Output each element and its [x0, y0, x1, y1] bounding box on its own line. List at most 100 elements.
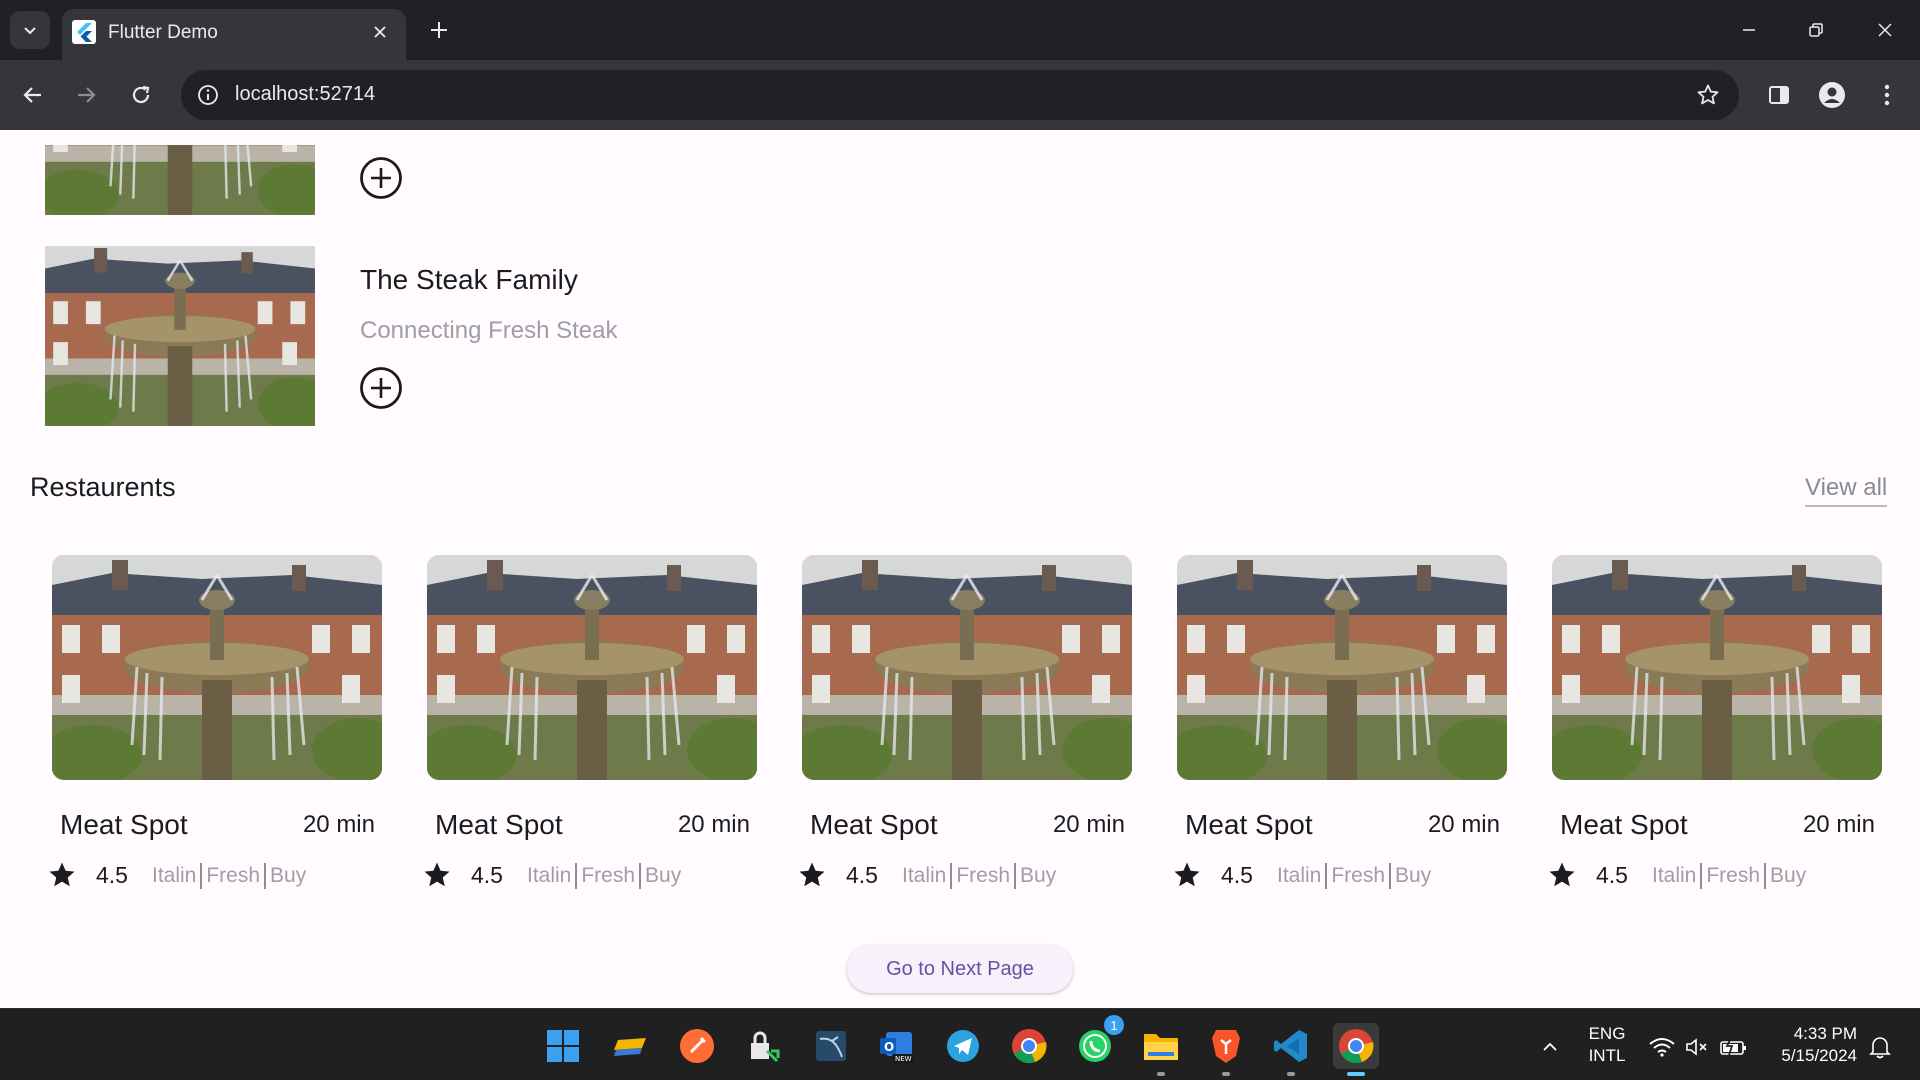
featured-image	[45, 145, 315, 215]
taskbar: O NEW 1 ENG INTL 4:33 PM 5/15/2024	[0, 1008, 1920, 1080]
url-text[interactable]: localhost:52714	[235, 83, 375, 106]
keyboard-layout: INTL	[1588, 1046, 1626, 1065]
close-window-button[interactable]	[1863, 8, 1907, 52]
tag: Italin	[1277, 864, 1322, 887]
language-indicator[interactable]: ENG INTL	[1580, 1023, 1634, 1067]
profile-button[interactable]	[1812, 75, 1852, 115]
star-icon	[1174, 862, 1200, 887]
star-icon	[799, 862, 825, 887]
back-button[interactable]	[13, 75, 53, 115]
rating-value: 4.5	[1596, 862, 1628, 888]
star-icon	[1549, 862, 1575, 887]
notifications-button[interactable]	[1866, 1033, 1894, 1061]
tag-divider	[200, 863, 203, 889]
address-bar[interactable]: localhost:52714	[181, 70, 1739, 120]
restaurant-card[interactable]: Meat Spot 20 min 4.5 Italin Fresh Buy	[424, 555, 757, 889]
restaurant-name: Meat Spot	[1560, 809, 1688, 840]
tag: Fresh	[206, 864, 261, 887]
taskbar-app-telegram[interactable]	[940, 1023, 986, 1069]
clock[interactable]: 4:33 PM 5/15/2024	[1765, 1023, 1857, 1067]
tag: Buy	[270, 864, 307, 887]
show-hidden-icons-button[interactable]	[1536, 1033, 1564, 1061]
network-button[interactable]	[1648, 1033, 1676, 1061]
bell-icon	[1869, 1037, 1891, 1059]
battery-button[interactable]	[1719, 1033, 1747, 1061]
tab-search-button[interactable]	[10, 11, 50, 49]
taskbar-app-vscode[interactable]	[1268, 1023, 1314, 1076]
forward-button[interactable]	[66, 75, 106, 115]
taskbar-app-brave[interactable]	[1203, 1023, 1249, 1076]
reload-button[interactable]	[121, 75, 161, 115]
tag: Buy	[1770, 864, 1807, 887]
tag-list: Italin Fresh Buy	[527, 863, 681, 889]
add-circle-button[interactable]	[359, 366, 403, 410]
tab-flutter-demo[interactable]: Flutter Demo	[62, 9, 406, 60]
taskbar-app-security[interactable]	[741, 1023, 787, 1069]
close-icon	[1878, 23, 1892, 37]
taskbar-app-chrome[interactable]	[1006, 1023, 1052, 1069]
site-info-button[interactable]	[191, 78, 225, 112]
minimize-icon	[1743, 29, 1755, 31]
tab-strip: Flutter Demo	[0, 0, 1920, 60]
next-page-button[interactable]: Go to Next Page	[847, 945, 1073, 993]
taskbar-app-whatsapp[interactable]: 1	[1072, 1015, 1124, 1069]
language-code: ENG	[1588, 1024, 1626, 1043]
notification-badge: 1	[1104, 1015, 1124, 1035]
tag-divider	[1325, 863, 1328, 889]
restaurant-image	[52, 555, 382, 780]
arrow-right-icon	[78, 87, 96, 103]
brave-icon	[1212, 1030, 1240, 1063]
tag-divider	[1700, 863, 1703, 889]
running-indicator	[1222, 1072, 1230, 1076]
star-outline-icon	[1697, 84, 1719, 105]
tag: Buy	[645, 864, 682, 887]
taskbar-app-mysql[interactable]	[808, 1023, 854, 1069]
new-tab-button[interactable]	[422, 13, 456, 47]
restaurant-card[interactable]: Meat Spot 20 min 4.5 Italin Fresh Buy	[1549, 555, 1882, 889]
taskbar-app-notes[interactable]	[607, 1023, 653, 1069]
restaurant-card[interactable]: Meat Spot 20 min 4.5 Italin Fresh Buy	[49, 555, 382, 889]
menu-button[interactable]	[1867, 75, 1907, 115]
restaurant-name: Meat Spot	[1185, 809, 1313, 840]
plus-icon	[431, 22, 447, 38]
account-icon	[1819, 82, 1845, 108]
view-all-link[interactable]: View all	[1805, 474, 1888, 507]
restore-button[interactable]	[1794, 8, 1838, 52]
tag-divider	[639, 863, 642, 889]
minimize-button[interactable]	[1727, 8, 1771, 52]
browser-toolbar: localhost:52714	[0, 60, 1920, 130]
restaurant-card[interactable]: Meat Spot 20 min 4.5 Italin Fresh Buy	[1174, 555, 1507, 889]
info-icon	[198, 85, 218, 105]
side-panel-icon	[1769, 86, 1789, 104]
tag: Buy	[1020, 864, 1057, 887]
side-panel-button[interactable]	[1759, 75, 1799, 115]
tab-close-button[interactable]	[366, 18, 394, 46]
sticky-notes-icon	[614, 1038, 646, 1056]
volume-muted-icon	[1686, 1038, 1707, 1056]
tag-list: Italin Fresh Buy	[152, 863, 306, 889]
restaurant-name: Meat Spot	[60, 809, 188, 840]
reload-icon	[132, 85, 150, 104]
tag-list: Italin Fresh Buy	[902, 863, 1056, 889]
tag: Buy	[1395, 864, 1432, 887]
tag: Fresh	[1331, 864, 1386, 887]
windows-start-button[interactable]	[540, 1023, 586, 1069]
taskbar-app-postman[interactable]	[674, 1023, 720, 1069]
volume-button[interactable]	[1683, 1033, 1711, 1061]
flutter-icon	[72, 20, 96, 44]
tag-divider	[950, 863, 953, 889]
restaurant-image	[427, 555, 757, 780]
delivery-time: 20 min	[677, 811, 750, 838]
taskbar-app-file-explorer[interactable]	[1138, 1023, 1184, 1076]
tag-divider	[575, 863, 578, 889]
chevron-up-icon	[1543, 1042, 1557, 1051]
taskbar-app-outlook[interactable]: O NEW	[874, 1023, 920, 1069]
close-icon	[374, 26, 386, 38]
taskbar-app-chrome-active[interactable]	[1333, 1023, 1379, 1076]
star-icon	[424, 862, 450, 887]
restaurant-card[interactable]: Meat Spot 20 min 4.5 Italin Fresh Buy	[799, 555, 1132, 889]
chrome-icon	[1339, 1029, 1374, 1064]
vscode-icon	[1274, 1030, 1307, 1062]
bookmark-button[interactable]	[1691, 78, 1725, 112]
add-circle-button[interactable]	[359, 156, 403, 200]
